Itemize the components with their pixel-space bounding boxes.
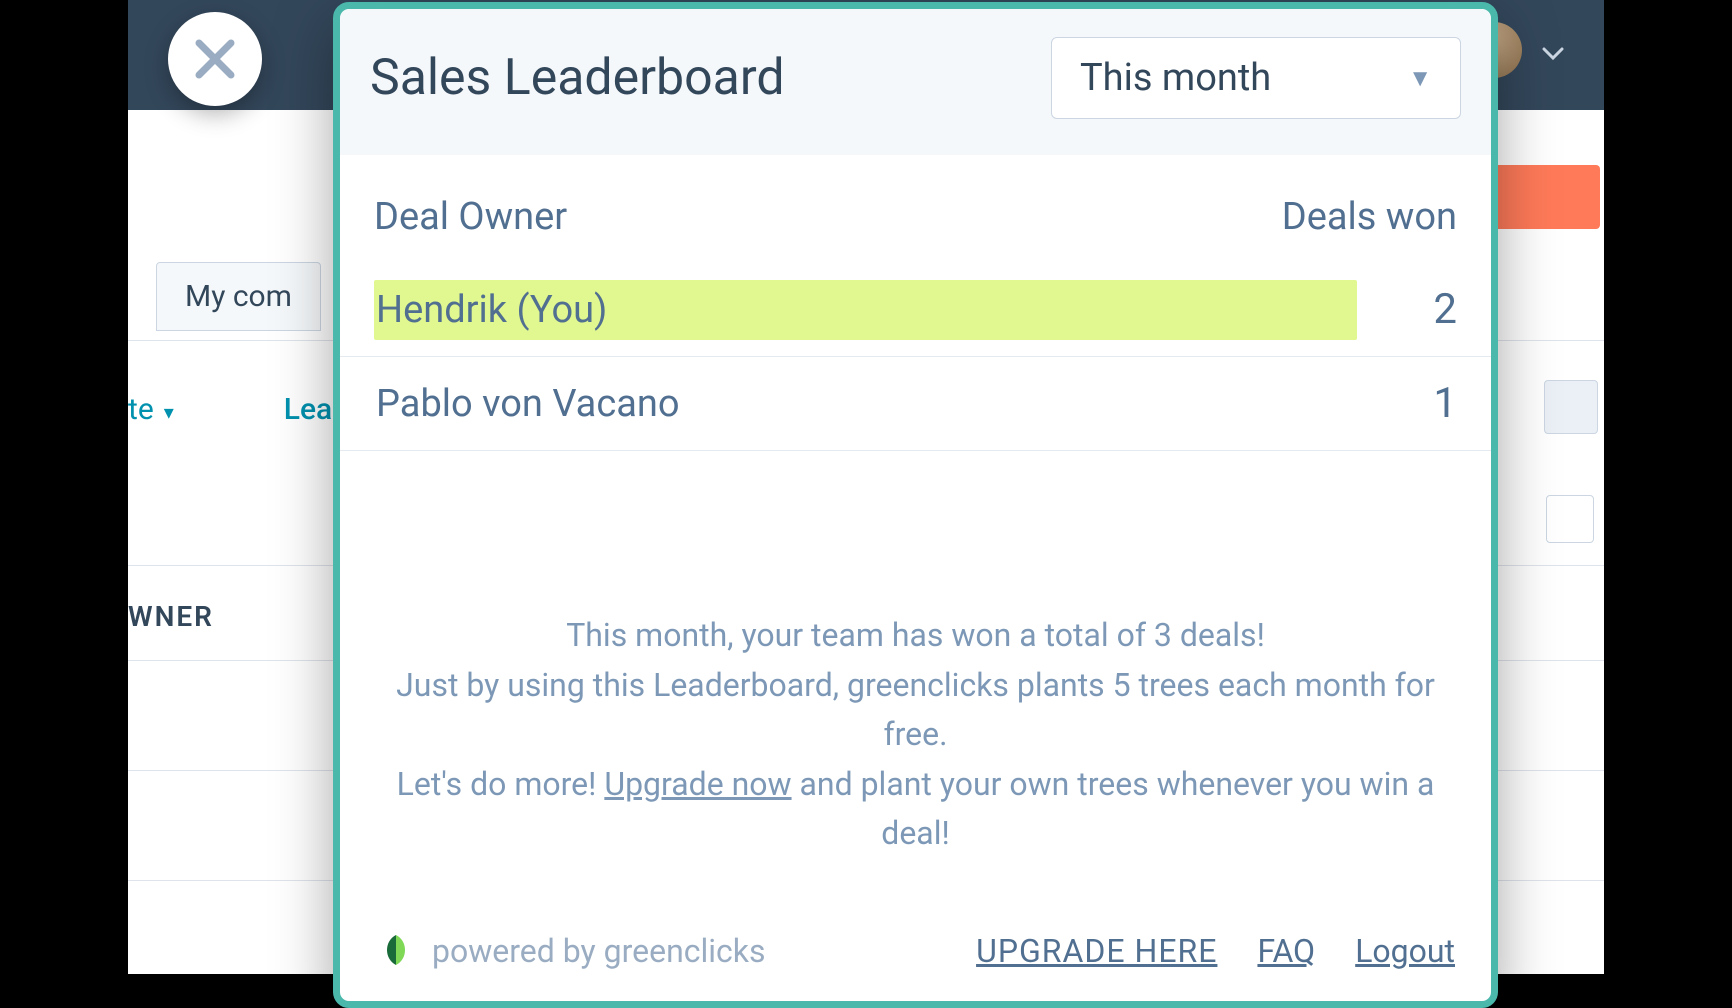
close-icon <box>193 37 237 81</box>
upgrade-here-link[interactable]: UPGRADE HERE <box>976 932 1217 970</box>
upgrade-now-link[interactable]: Upgrade now <box>604 765 791 803</box>
footer-brand: powered by greenclicks <box>376 931 766 971</box>
filter-partial-lea[interactable]: Lea <box>284 392 332 427</box>
background-filter-row: te▾ Lea <box>128 392 332 427</box>
column-deals-won: Deals won <box>1282 195 1457 239</box>
leaderboard-row: Pablo von Vacano 1 <box>340 357 1491 451</box>
leaderboard-row: Hendrik (You) 2 <box>340 263 1491 357</box>
powered-by-text: powered by greenclicks <box>432 932 766 970</box>
row-owner-name: Pablo von Vacano <box>374 374 1357 434</box>
row-deals-count: 2 <box>1397 285 1457 334</box>
close-button[interactable] <box>168 12 262 106</box>
column-deal-owner: Deal Owner <box>374 195 567 239</box>
faq-link[interactable]: FAQ <box>1257 932 1315 970</box>
summary-line-1: This month, your team has won a total of… <box>380 611 1451 661</box>
modal-title: Sales Leaderboard <box>370 49 785 107</box>
background-tab-label: My com <box>185 279 292 314</box>
period-select-label: This month <box>1080 56 1271 100</box>
row-deals-count: 1 <box>1397 379 1457 428</box>
summary-text: This month, your team has won a total of… <box>340 451 1491 901</box>
row-owner-name: Hendrik (You) <box>374 280 1357 340</box>
avatar-chevron-icon[interactable] <box>1542 42 1564 67</box>
summary-line-3: Let's do more! Upgrade now and plant you… <box>380 760 1451 859</box>
leaderboard-modal: Sales Leaderboard This month ▼ Deal Owne… <box>333 2 1498 1008</box>
chevron-down-icon: ▼ <box>1408 64 1432 93</box>
filter-partial-te[interactable]: te▾ <box>128 392 174 427</box>
period-select[interactable]: This month ▼ <box>1051 37 1461 119</box>
leaderboard-columns: Deal Owner Deals won <box>340 155 1491 263</box>
background-tab[interactable]: My com <box>156 262 321 331</box>
footer-links: UPGRADE HERE FAQ Logout <box>976 932 1455 970</box>
modal-header: Sales Leaderboard This month ▼ <box>340 9 1491 155</box>
background-search-box[interactable] <box>1546 495 1594 543</box>
create-button[interactable] <box>1490 165 1600 229</box>
leaf-icon <box>376 931 416 971</box>
column-header-owner: WNER <box>128 600 214 633</box>
summary-line-2: Just by using this Leaderboard, greencli… <box>380 661 1451 760</box>
background-right-control[interactable] <box>1544 380 1598 434</box>
modal-footer: powered by greenclicks UPGRADE HERE FAQ … <box>340 901 1491 1001</box>
logout-link[interactable]: Logout <box>1355 932 1455 970</box>
